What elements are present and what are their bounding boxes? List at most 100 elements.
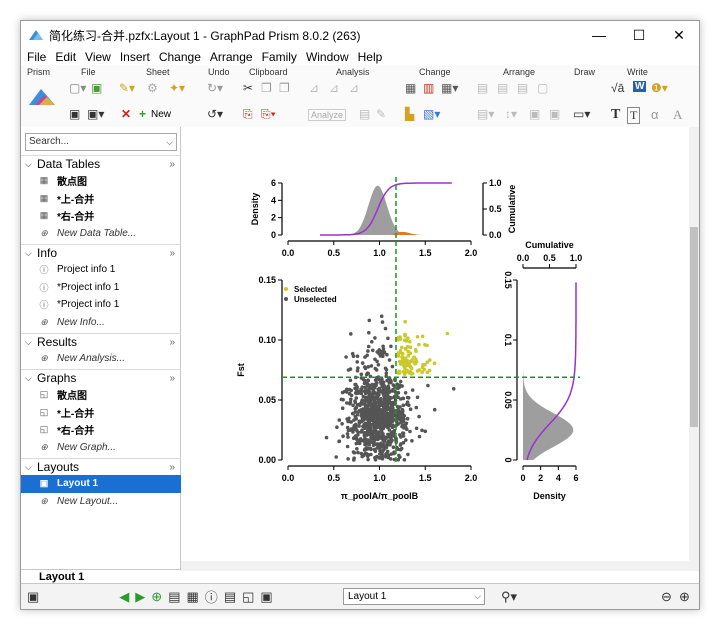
vertical-scrollbar[interactable]	[689, 127, 699, 571]
arrange-front-icon[interactable]: ▤	[497, 81, 508, 95]
analysis-pen-icon[interactable]: ✎	[376, 107, 386, 121]
menu-family[interactable]: Family	[262, 49, 297, 65]
sheet-list-icon[interactable]: ▤	[168, 589, 180, 605]
sidebar-item-graph[interactable]: ◱ *右-合并	[21, 421, 181, 439]
section-header-data-tables[interactable]: ⌵ Data Tables»	[21, 155, 181, 172]
menu-change[interactable]: Change	[159, 49, 201, 65]
menu-arrange[interactable]: Arrange	[210, 49, 253, 65]
sidebar-item-info[interactable]: ⓘ Project info 1	[21, 261, 181, 279]
save-as-icon[interactable]: ▣▾	[87, 107, 104, 121]
double-chevron-icon[interactable]: »	[169, 248, 175, 259]
arrange-space-icon[interactable]: ↕▾	[505, 107, 517, 121]
menu-insert[interactable]: Insert	[120, 49, 150, 65]
analysis-chart-icon[interactable]: ⊿	[309, 81, 319, 95]
cut-icon[interactable]: ✂	[243, 81, 253, 95]
new-data-table-link[interactable]: ⊕ New Data Table...	[21, 225, 181, 243]
data-table-nav-icon[interactable]: ▦	[187, 589, 199, 605]
page-icon[interactable]: ▣	[27, 589, 39, 605]
double-chevron-icon[interactable]: »	[169, 373, 175, 384]
save-icon[interactable]: ▣	[69, 107, 80, 121]
search-dropdown-icon[interactable]: ⌵	[166, 134, 173, 150]
change-graph-icon[interactable]: ▦	[405, 81, 416, 95]
arrange-size-icon[interactable]: ▣	[529, 107, 540, 121]
analysis-chart2-icon[interactable]: ⊿	[329, 81, 339, 95]
open-file-icon[interactable]: ▣	[91, 81, 102, 95]
info-nav-icon[interactable]: ⓘ	[205, 587, 218, 606]
undo-icon[interactable]: ↺▾	[207, 107, 223, 121]
sidebar-item-graph[interactable]: ◱ 散点图	[21, 386, 181, 404]
arrange-align-icon[interactable]: ▤	[477, 81, 488, 95]
forward-arrow-icon[interactable]: ▶	[135, 589, 145, 605]
menu-edit[interactable]: Edit	[55, 49, 76, 65]
write-textbox-icon[interactable]: T	[627, 107, 641, 124]
menu-help[interactable]: Help	[358, 49, 383, 65]
arrange-distribute-icon[interactable]: ▤▾	[477, 107, 494, 121]
section-header-results[interactable]: ⌵ Results»	[21, 333, 181, 350]
new-graph-link[interactable]: ⊕ New Graph...	[21, 439, 181, 457]
change-bar-icon[interactable]: ▥	[423, 81, 434, 95]
double-chevron-icon[interactable]: »	[169, 159, 175, 170]
zoom-out-icon[interactable]: ⊖	[661, 589, 672, 605]
new-analysis-link[interactable]: ⊕ New Analysis...	[21, 350, 181, 368]
results-nav-icon[interactable]: ▤	[224, 589, 236, 605]
sidebar-item-info[interactable]: ⓘ *Project info 1	[21, 296, 181, 314]
minimize-button[interactable]: —	[579, 21, 619, 49]
sheet-settings-icon[interactable]: ⚙	[147, 81, 158, 95]
redo-icon[interactable]: ↻▾	[207, 81, 223, 95]
draw-shape-icon[interactable]: ▭▾	[573, 107, 590, 121]
write-greek-icon[interactable]: α	[651, 107, 659, 122]
menu-file[interactable]: File	[27, 49, 46, 65]
sidebar-item-graph[interactable]: ◱ *上-合并	[21, 404, 181, 422]
change-color-icon[interactable]: ▙	[405, 107, 414, 121]
new-info-link[interactable]: ⊕ New Info...	[21, 314, 181, 332]
sidebar-item-data-table[interactable]: ▦ 散点图	[21, 172, 181, 190]
maximize-button[interactable]: ☐	[619, 21, 659, 49]
vertical-scrollbar-thumb[interactable]	[690, 227, 698, 427]
copy-icon[interactable]: ❐	[261, 81, 272, 95]
search-input[interactable]: Search... ⌵	[25, 133, 177, 151]
arrange-group-icon[interactable]: ▢	[537, 81, 548, 95]
arrange-lock-icon[interactable]: ▤	[517, 81, 528, 95]
write-font-icon[interactable]: A	[673, 107, 682, 123]
change-scatter-icon[interactable]: ▦▾	[441, 81, 458, 95]
paste-special-icon[interactable]: ⎘▾	[261, 107, 276, 122]
double-chevron-icon[interactable]: »	[169, 337, 175, 348]
write-text-icon[interactable]: T	[611, 107, 620, 123]
current-sheet-label[interactable]: Layout 1	[21, 569, 181, 583]
horizontal-scrollbar[interactable]	[181, 561, 689, 571]
change-style-icon[interactable]: ▧▾	[423, 107, 440, 121]
section-header-info[interactable]: ⌵ Info»	[21, 244, 181, 261]
graph-nav-icon[interactable]: ◱	[242, 589, 254, 605]
zoom-in-icon[interactable]: ⊕	[679, 589, 690, 605]
menu-window[interactable]: Window	[306, 49, 349, 65]
write-symbol-icon[interactable]: ❶▾	[651, 81, 668, 95]
new-button[interactable]: New	[151, 109, 171, 120]
write-word-icon[interactable]: W	[633, 81, 647, 92]
delete-sheet-icon[interactable]: ✕	[121, 107, 131, 121]
link-icon[interactable]: ⚲▾	[501, 589, 517, 605]
prism-home-icon[interactable]	[27, 87, 57, 107]
section-header-layouts[interactable]: ⌵ Layouts»	[21, 458, 181, 475]
sidebar-item-layout-selected[interactable]: ▣ Layout 1	[21, 475, 181, 493]
section-header-graphs[interactable]: ⌵ Graphs»	[21, 369, 181, 386]
arrange-size2-icon[interactable]: ▣	[549, 107, 560, 121]
double-chevron-icon[interactable]: »	[169, 462, 175, 473]
menu-view[interactable]: View	[85, 49, 111, 65]
navigate-icon[interactable]: ⊕	[151, 589, 162, 605]
new-sheet-icon[interactable]: +	[139, 107, 146, 121]
sidebar-item-info[interactable]: ⓘ *Project info 1	[21, 279, 181, 297]
layout-select[interactable]: Layout 1 ⌵	[343, 588, 485, 605]
paste-icon[interactable]: ❐	[279, 81, 290, 95]
sidebar-item-data-table[interactable]: ▦ *右-合并	[21, 207, 181, 225]
close-button[interactable]: ✕	[659, 21, 699, 49]
new-file-icon[interactable]: ▢▾	[69, 81, 86, 95]
magic-wand-icon[interactable]: ✦▾	[169, 81, 185, 95]
analyze-button[interactable]: Analyze	[308, 109, 347, 121]
sidebar-item-data-table[interactable]: ▦ *上-合并	[21, 190, 181, 208]
back-arrow-icon[interactable]: ◀	[119, 589, 129, 605]
analysis-chart3-icon[interactable]: ⊿	[349, 81, 359, 95]
clipboard-icon[interactable]: ⎘	[243, 107, 253, 122]
analysis-params-icon[interactable]: ▤	[359, 107, 370, 121]
layout-nav-icon[interactable]: ▣	[260, 589, 272, 605]
write-equation-icon[interactable]: √ā	[611, 81, 624, 95]
